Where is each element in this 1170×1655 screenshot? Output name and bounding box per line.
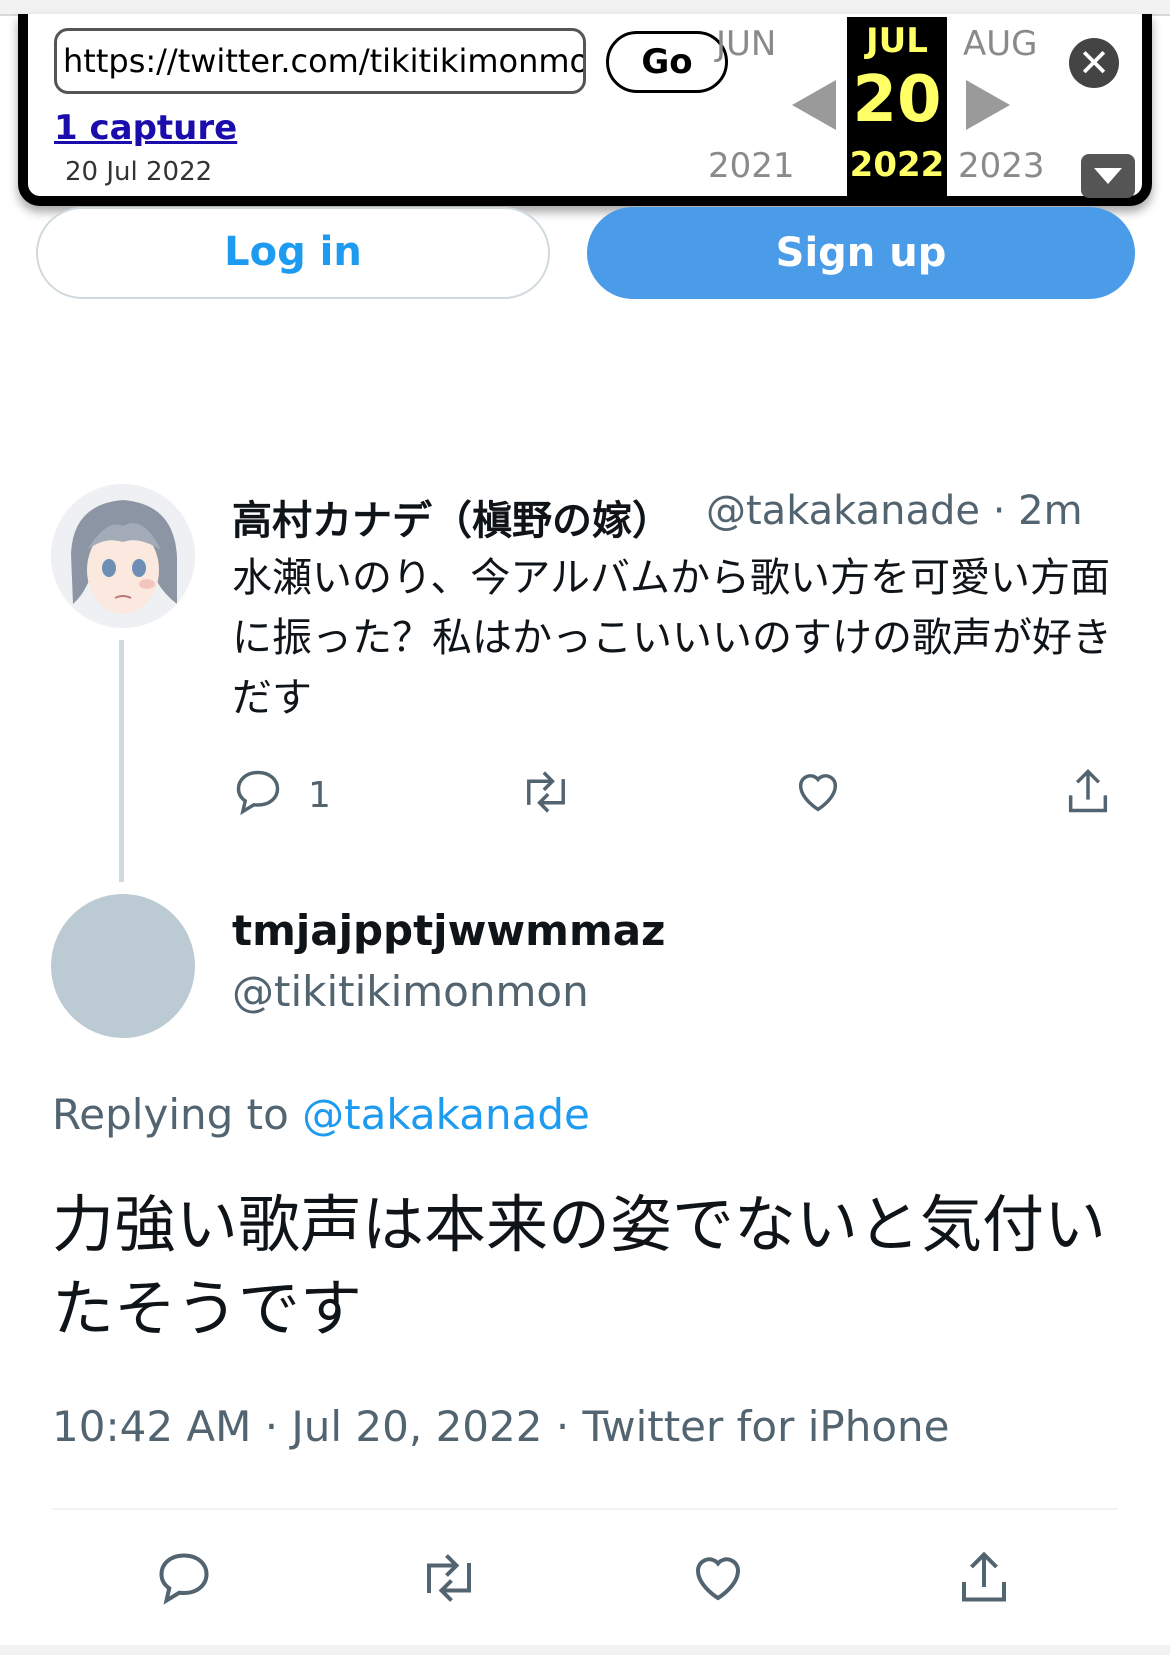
like-icon[interactable] xyxy=(792,766,844,822)
tweet-author-handle[interactable]: @tikitikimonmon xyxy=(232,967,589,1016)
tweet-text: 水瀬いのり、今アルバムから歌い方を可愛い方面に振った？私はかっこいいいのすけの歌… xyxy=(232,555,1112,721)
avatar[interactable] xyxy=(51,894,195,1038)
chevron-down-icon[interactable] xyxy=(1081,154,1135,198)
retweet-icon[interactable] xyxy=(518,766,574,822)
tweet-text: 力強い歌声は本来の姿でないと気付いたそうです xyxy=(52,1188,1107,1345)
thread-connector xyxy=(119,640,124,882)
capture-date: 20 Jul 2022 xyxy=(65,157,213,187)
reply-count: 1 xyxy=(308,775,331,816)
wayback-url-input[interactable]: https://twitter.com/tikitikimonmon/ xyxy=(54,28,586,94)
tweet-timestamp[interactable]: 10:42 AM · Jul 20, 2022 · Twitter for iP… xyxy=(52,1402,950,1451)
current-day: 20 xyxy=(852,63,942,137)
tweet-author-name[interactable]: 高村カナデ（槇野の嫁） xyxy=(232,488,672,546)
prev-capture-arrow-icon[interactable] xyxy=(792,80,836,130)
captures-link[interactable]: 1 capture xyxy=(54,108,237,148)
next-month-link[interactable]: AUG xyxy=(963,24,1038,64)
like-icon[interactable] xyxy=(688,1548,748,1612)
close-icon[interactable]: ✕ xyxy=(1069,38,1119,88)
wayback-toolbar: https://twitter.com/tikitikimonmon/ Go 1… xyxy=(18,14,1152,206)
retweet-icon[interactable] xyxy=(416,1548,482,1612)
reply-icon[interactable] xyxy=(232,766,284,822)
current-month: JUL xyxy=(866,21,928,61)
share-icon[interactable] xyxy=(1062,764,1114,822)
replying-to-prefix: Replying to xyxy=(52,1090,303,1139)
tweet-author-handle[interactable]: @takakanade · 2m xyxy=(706,488,1083,534)
divider xyxy=(52,1508,1118,1510)
reply-icon[interactable] xyxy=(154,1548,214,1612)
share-icon[interactable] xyxy=(954,1546,1014,1612)
login-button[interactable]: Log in xyxy=(36,207,550,299)
next-year-link[interactable]: 2023 xyxy=(958,146,1045,186)
prev-month-link[interactable]: JUN xyxy=(716,24,776,64)
avatar[interactable] xyxy=(51,484,195,628)
replying-to-handle-link[interactable]: @takakanade xyxy=(302,1090,590,1139)
tweet-author-name[interactable]: tmjajpptjwwmmaz xyxy=(232,906,666,955)
go-button[interactable]: Go xyxy=(606,31,728,93)
next-capture-arrow-icon[interactable] xyxy=(966,80,1010,130)
replying-to: Replying to @takakanade xyxy=(52,1090,590,1139)
current-year: 2022 xyxy=(849,145,945,185)
prev-year-link[interactable]: 2021 xyxy=(708,146,795,186)
signup-button[interactable]: Sign up xyxy=(587,207,1135,299)
current-capture-date: JUL 20 2022 xyxy=(847,17,947,200)
bottom-edge xyxy=(0,1645,1170,1655)
